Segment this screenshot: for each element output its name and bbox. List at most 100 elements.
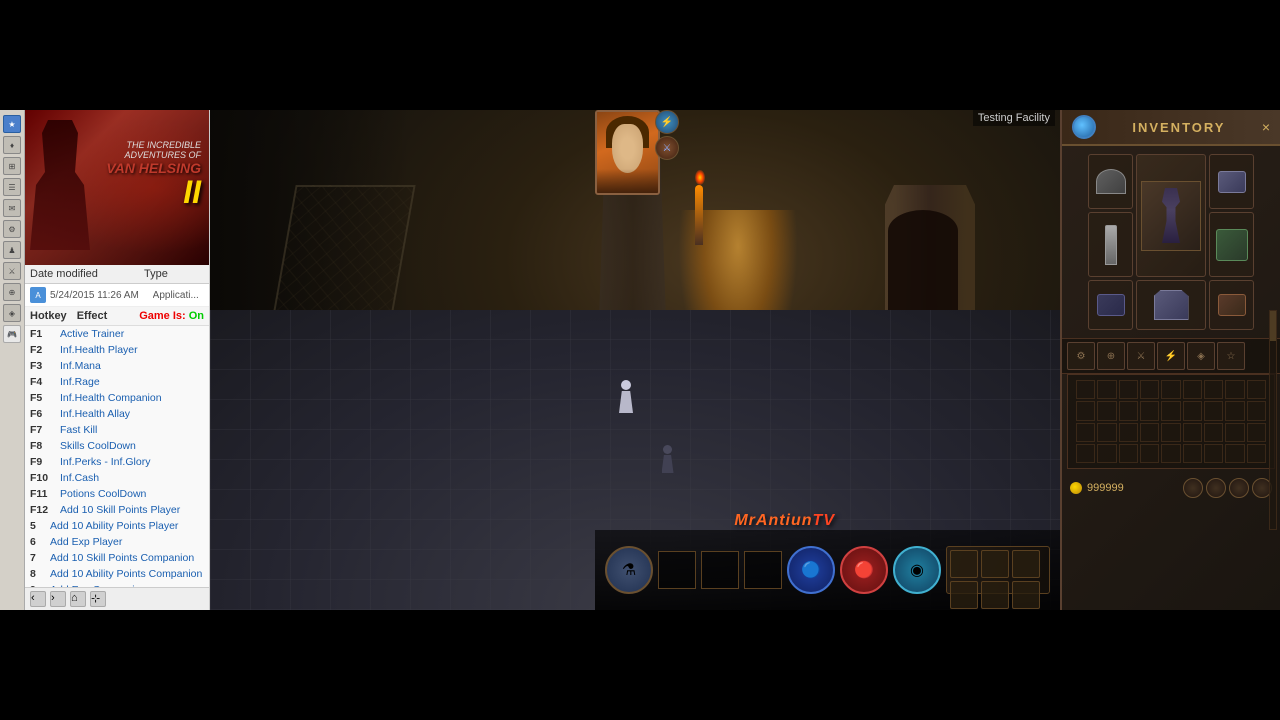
grid-cell[interactable]: [1076, 401, 1095, 420]
sidebar-icon-4[interactable]: ☰: [3, 178, 21, 196]
nav-prev[interactable]: ‹: [30, 591, 46, 607]
grid-cell[interactable]: [1161, 423, 1180, 442]
hotkey-item-f3[interactable]: F3 Inf.Mana: [25, 358, 209, 374]
hotkey-item-7[interactable]: 7 Add 10 Skill Points Companion: [25, 550, 209, 566]
shoulder-slot[interactable]: [1209, 154, 1254, 209]
portrait-icon-bottom[interactable]: ⚔: [655, 136, 679, 160]
hotkey-item-f10[interactable]: F10 Inf.Cash: [25, 470, 209, 486]
grid-cell[interactable]: [1225, 423, 1244, 442]
grid-cell[interactable]: [1076, 423, 1095, 442]
hotkey-item-f12[interactable]: F12 Add 10 Skill Points Player: [25, 502, 209, 518]
grid-cell[interactable]: [1140, 444, 1159, 463]
grid-cell[interactable]: [1247, 401, 1266, 420]
inv-icon-1[interactable]: [1183, 478, 1203, 498]
grid-cell[interactable]: [1161, 401, 1180, 420]
skill-sm-5[interactable]: ◈: [1187, 342, 1215, 370]
grid-cell[interactable]: [1140, 401, 1159, 420]
grid-cell[interactable]: [1119, 423, 1138, 442]
hud-slot-2[interactable]: [701, 551, 739, 589]
sidebar-icon-10[interactable]: ◈: [3, 304, 21, 322]
sidebar-icon-8[interactable]: ⚔: [3, 262, 21, 280]
ring-slot[interactable]: [1088, 280, 1133, 330]
hud-mini-slot-2[interactable]: [981, 550, 1009, 578]
right-arm-slot[interactable]: [1209, 212, 1254, 277]
skill-sm-4[interactable]: ⚡: [1157, 342, 1185, 370]
grid-cell[interactable]: [1140, 380, 1159, 399]
grid-cell[interactable]: [1247, 444, 1266, 463]
hotkey-item-8[interactable]: 8 Add 10 Ability Points Companion: [25, 566, 209, 582]
grid-cell[interactable]: [1140, 423, 1159, 442]
inv-icon-2[interactable]: [1206, 478, 1226, 498]
hud-mini-slot-6[interactable]: [1012, 581, 1040, 609]
grid-cell[interactable]: [1161, 444, 1180, 463]
scrollbar-thumb[interactable]: [1270, 311, 1276, 341]
boots-slot[interactable]: [1209, 280, 1254, 330]
sidebar-icon-star[interactable]: ★: [3, 115, 21, 133]
inv-icon-3[interactable]: [1229, 478, 1249, 498]
grid-cell[interactable]: [1225, 401, 1244, 420]
hud-mini-slot-5[interactable]: [981, 581, 1009, 609]
hud-skill-blue[interactable]: 🔵: [787, 546, 835, 594]
helmet-slot[interactable]: [1088, 154, 1133, 209]
character-slot[interactable]: [1136, 154, 1206, 277]
grid-cell[interactable]: [1183, 423, 1202, 442]
portrait-icon-top[interactable]: ⚡: [655, 110, 679, 134]
hotkey-item-f1[interactable]: F1 Active Trainer: [25, 326, 209, 342]
nav-extra[interactable]: ⊹: [90, 591, 106, 607]
grid-cell[interactable]: [1183, 444, 1202, 463]
sidebar-icon-3[interactable]: ⊞: [3, 157, 21, 175]
hud-mini-slot-3[interactable]: [1012, 550, 1040, 578]
inventory-gem[interactable]: [1072, 115, 1096, 139]
hud-slot-3[interactable]: [744, 551, 782, 589]
hotkey-item-f8[interactable]: F8 Skills CoolDown: [25, 438, 209, 454]
sidebar-icon-trainer[interactable]: 🎮: [3, 325, 21, 343]
grid-cell[interactable]: [1119, 444, 1138, 463]
nav-next[interactable]: ›: [50, 591, 66, 607]
grid-cell[interactable]: [1204, 444, 1223, 463]
skill-sm-1[interactable]: ⚙: [1067, 342, 1095, 370]
hotkey-item-f5[interactable]: F5 Inf.Health Companion: [25, 390, 209, 406]
file-entry[interactable]: A Adventures of Van... 5/24/2015 11:26 A…: [25, 284, 209, 307]
sidebar-icon-9[interactable]: ⊕: [3, 283, 21, 301]
sidebar-icon-7[interactable]: ♟: [3, 241, 21, 259]
legs-slot[interactable]: [1136, 280, 1206, 330]
grid-cell[interactable]: [1119, 380, 1138, 399]
hotkey-item-f6[interactable]: F6 Inf.Health Allay: [25, 406, 209, 422]
skill-sm-6[interactable]: ☆: [1217, 342, 1245, 370]
grid-cell[interactable]: [1097, 444, 1116, 463]
hud-mini-slot-1[interactable]: [950, 550, 978, 578]
hotkey-item-f7[interactable]: F7 Fast Kill: [25, 422, 209, 438]
skill-sm-2[interactable]: ⊕: [1097, 342, 1125, 370]
grid-cell[interactable]: [1204, 423, 1223, 442]
grid-cell[interactable]: [1161, 380, 1180, 399]
grid-cell[interactable]: [1204, 401, 1223, 420]
grid-cell[interactable]: [1225, 444, 1244, 463]
inventory-scrollbar[interactable]: [1269, 310, 1277, 530]
left-arm-slot[interactable]: [1088, 212, 1133, 277]
grid-cell[interactable]: [1247, 380, 1266, 399]
grid-cell[interactable]: [1097, 423, 1116, 442]
nav-home[interactable]: ⌂: [70, 591, 86, 607]
grid-cell[interactable]: [1097, 401, 1116, 420]
grid-cell[interactable]: [1225, 380, 1244, 399]
hotkey-item-f9[interactable]: F9 Inf.Perks - Inf.Glory: [25, 454, 209, 470]
grid-cell[interactable]: [1183, 401, 1202, 420]
hud-skill-1[interactable]: ⚗: [605, 546, 653, 594]
grid-cell[interactable]: [1097, 380, 1116, 399]
hud-skill-cyan[interactable]: ◉: [893, 546, 941, 594]
hotkey-item-f11[interactable]: F11 Potions CoolDown: [25, 486, 209, 502]
grid-cell[interactable]: [1247, 423, 1266, 442]
hud-mini-slot-4[interactable]: [950, 581, 978, 609]
grid-cell[interactable]: [1076, 380, 1095, 399]
hud-skill-red[interactable]: 🔴: [840, 546, 888, 594]
sidebar-icon-6[interactable]: ⚙: [3, 220, 21, 238]
hud-slot-1[interactable]: [658, 551, 696, 589]
hotkey-item-f4[interactable]: F4 Inf.Rage: [25, 374, 209, 390]
hotkey-item-5[interactable]: 5 Add 10 Ability Points Player: [25, 518, 209, 534]
grid-cell[interactable]: [1183, 380, 1202, 399]
hotkey-item-f2[interactable]: F2 Inf.Health Player: [25, 342, 209, 358]
sidebar-icon-2[interactable]: ♦: [3, 136, 21, 154]
grid-cell[interactable]: [1076, 444, 1095, 463]
inventory-close-button[interactable]: ×: [1262, 119, 1270, 135]
grid-cell[interactable]: [1119, 401, 1138, 420]
